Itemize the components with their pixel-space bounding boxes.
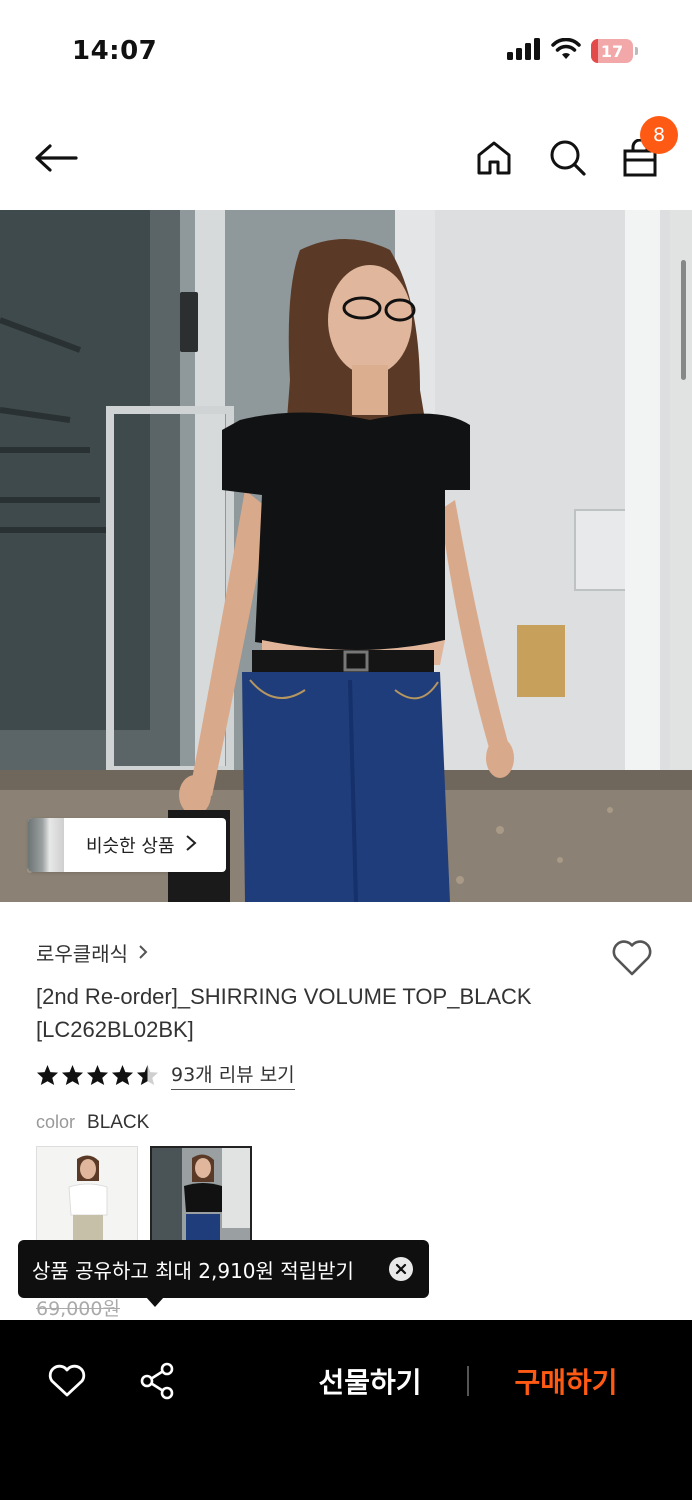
similar-thumbnail (28, 818, 64, 872)
star-icon (136, 1064, 159, 1086)
home-button[interactable] (466, 130, 522, 186)
search-icon (550, 140, 586, 176)
image-scroll-indicator (681, 260, 686, 380)
signal-icon (507, 38, 541, 64)
chevron-right-icon (185, 833, 197, 857)
buy-button[interactable]: 구매하기 (496, 1358, 636, 1404)
rating-row: 93개 리뷰 보기 (36, 1060, 295, 1090)
home-icon (477, 141, 511, 175)
close-icon (395, 1263, 407, 1275)
gift-button[interactable]: 선물하기 (300, 1358, 440, 1404)
top-nav: 8 (0, 100, 692, 210)
divider (467, 1366, 469, 1396)
product-photo (0, 210, 692, 902)
brand-link[interactable]: 로우클래식 (36, 938, 148, 967)
product-title: [2nd Re-order]_SHIRRING VOLUME TOP_BLACK… (36, 984, 532, 1042)
search-button[interactable] (540, 130, 596, 186)
star-rating (36, 1064, 159, 1086)
star-icon (86, 1064, 109, 1086)
cart-count-badge: 8 (640, 116, 678, 154)
wifi-icon (551, 37, 581, 64)
heart-icon (48, 1364, 86, 1397)
share-reward-tooltip: 상품 공유하고 최대 2,910원 적립받기 (18, 1240, 429, 1298)
status-icons: 17 (507, 37, 638, 64)
swatch-white[interactable] (36, 1146, 138, 1248)
back-button[interactable] (28, 130, 84, 186)
star-icon (111, 1064, 134, 1086)
battery-level: 17 (600, 41, 624, 61)
back-arrow-icon (35, 144, 78, 172)
tooltip-text: 상품 공유하고 최대 2,910원 적립받기 (32, 1258, 354, 1283)
tooltip-arrow (146, 1297, 164, 1307)
status-bar: 14:07 17 (0, 0, 692, 100)
product-hero-image[interactable] (0, 210, 692, 902)
wishlist-button[interactable] (608, 934, 656, 982)
battery-icon: 17 (591, 39, 638, 63)
share-icon (140, 1362, 174, 1400)
color-row: color BLACK (36, 1112, 149, 1134)
status-time: 14:07 (72, 36, 158, 66)
similar-products-label: 비슷한 상품 (86, 836, 175, 857)
color-value: BLACK (87, 1112, 150, 1133)
star-icon (61, 1064, 84, 1086)
brand-name: 로우클래식 (36, 942, 128, 966)
similar-products-button[interactable]: 비슷한 상품 (28, 818, 226, 872)
star-icon (36, 1064, 59, 1086)
bottom-wishlist-button[interactable] (44, 1358, 90, 1404)
battery-fill (591, 39, 599, 63)
heart-icon (612, 940, 652, 976)
original-price: 69,000원 (36, 1298, 120, 1320)
swatch-black[interactable] (150, 1146, 252, 1248)
battery-indicator: 17 (591, 39, 633, 63)
color-label: color (36, 1112, 76, 1132)
color-swatches (36, 1146, 252, 1248)
reviews-link[interactable]: 93개 리뷰 보기 (171, 1060, 295, 1090)
battery-cap (635, 47, 638, 55)
bottom-action-bar: 선물하기 구매하기 (0, 1320, 692, 1500)
tooltip-close-button[interactable] (389, 1257, 413, 1281)
share-button[interactable] (134, 1358, 180, 1404)
chevron-right-icon (138, 941, 148, 965)
